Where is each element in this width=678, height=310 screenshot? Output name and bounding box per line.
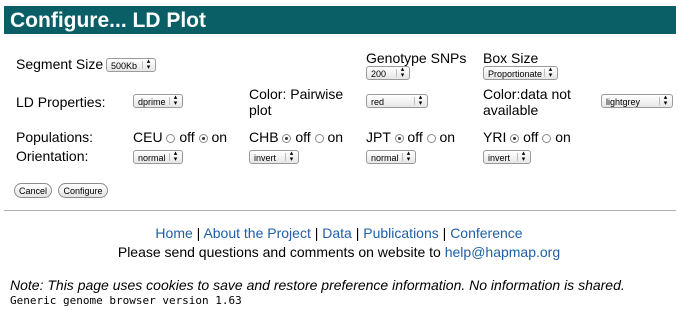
jpt-orientation-select[interactable]: normal ▴ ▾ xyxy=(366,150,416,164)
orientation-label: Orientation: xyxy=(16,148,89,164)
select-arrows-icon: ▴ ▾ xyxy=(173,150,178,163)
select-arrows-icon: ▴ ▾ xyxy=(548,66,553,79)
on-label: on xyxy=(555,129,571,145)
box-size-value: Proportionate xyxy=(488,69,543,79)
jpt-orientation-value: normal xyxy=(371,153,399,163)
section-divider xyxy=(4,210,676,211)
color-na-label-line2: available xyxy=(483,102,539,118)
population-name: CHB xyxy=(249,129,279,145)
cancel-button[interactable]: Cancel xyxy=(14,183,52,198)
configure-button[interactable]: Configure xyxy=(58,183,108,198)
page-title: Configure... LD Plot xyxy=(10,9,206,32)
off-label: off xyxy=(523,129,539,145)
population-ceu: CEU off on xyxy=(133,129,227,145)
off-label: off xyxy=(179,129,195,145)
on-label: on xyxy=(211,129,228,145)
cookie-note: Note: This page uses cookies to save and… xyxy=(10,277,625,293)
ceu-on-radio[interactable] xyxy=(198,134,208,143)
color-na-select[interactable]: lightgrey ▴ ▾ xyxy=(601,94,673,108)
select-arrows-icon: ▴ ▾ xyxy=(406,150,411,163)
footer-nav: Home | About the Project | Data | Public… xyxy=(155,225,523,241)
off-label: off xyxy=(295,129,311,145)
link-home[interactable]: Home xyxy=(155,225,192,241)
contact-email-link[interactable]: help@hapmap.org xyxy=(445,244,560,260)
population-name: YRI xyxy=(483,129,507,145)
population-name: JPT xyxy=(366,129,391,145)
population-yri: YRI off on xyxy=(483,129,571,145)
link-data[interactable]: Data xyxy=(322,225,352,241)
color-na-label-line1: Color:data not xyxy=(483,86,571,102)
on-label: on xyxy=(439,129,456,145)
ld-properties-label: LD Properties: xyxy=(16,94,106,110)
genotype-snps-select[interactable]: 200 ▴ ▾ xyxy=(366,66,410,80)
segment-size-value: 500Kb xyxy=(111,61,138,71)
select-arrows-icon: ▴ ▾ xyxy=(173,94,178,107)
populations-label: Populations: xyxy=(16,129,94,145)
jpt-on-radio[interactable] xyxy=(426,134,436,143)
ceu-off-radio[interactable] xyxy=(166,134,176,143)
chb-on-radio[interactable] xyxy=(314,134,324,143)
segment-size-select[interactable]: 500Kb ▴ ▾ xyxy=(106,58,156,72)
chb-orientation-select[interactable]: invert ▴ ▾ xyxy=(249,150,299,164)
version-text: Generic genome browser version 1.63 xyxy=(10,294,242,307)
on-label: on xyxy=(327,129,344,145)
yri-off-radio[interactable] xyxy=(510,134,520,143)
population-chb: CHB off on xyxy=(249,129,343,145)
select-arrows-icon: ▴ ▾ xyxy=(289,150,294,163)
yri-orientation-select[interactable]: invert ▴ ▾ xyxy=(483,150,531,164)
link-publications[interactable]: Publications xyxy=(363,225,439,241)
color-pairwise-label-line1: Color: Pairwise xyxy=(249,86,344,102)
ceu-orientation-select[interactable]: normal ▴ ▾ xyxy=(133,150,183,164)
genotype-snps-value: 200 xyxy=(371,69,387,79)
color-pairwise-label-line2: plot xyxy=(249,102,272,118)
chb-orientation-value: invert xyxy=(254,153,277,163)
segment-size-label: Segment Size xyxy=(16,56,104,72)
contact-line: Please send questions and comments on we… xyxy=(0,244,678,260)
contact-text: Please send questions and comments on we… xyxy=(117,244,445,260)
genotype-snps-label: Genotype SNPs xyxy=(366,50,467,66)
link-conference[interactable]: Conference xyxy=(450,225,522,241)
ld-properties-select[interactable]: dprime ▴ ▾ xyxy=(133,94,183,108)
jpt-off-radio[interactable] xyxy=(394,134,404,143)
ld-properties-value: dprime xyxy=(138,97,166,107)
link-about-project[interactable]: About the Project xyxy=(203,225,310,241)
population-name: CEU xyxy=(133,129,163,145)
box-size-select[interactable]: Proportionate ▴ ▾ xyxy=(483,66,558,80)
population-jpt: JPT off on xyxy=(366,129,455,145)
yri-orientation-value: invert xyxy=(488,153,511,163)
color-pairwise-select[interactable]: red ▴ ▾ xyxy=(366,94,428,108)
color-na-value: lightgrey xyxy=(606,97,641,107)
select-arrows-icon: ▴ ▾ xyxy=(521,150,526,163)
select-arrows-icon: ▴ ▾ xyxy=(663,94,668,107)
off-label: off xyxy=(407,129,423,145)
chb-off-radio[interactable] xyxy=(282,134,292,143)
select-arrows-icon: ▴ ▾ xyxy=(146,58,151,71)
color-pairwise-value: red xyxy=(371,97,385,107)
select-arrows-icon: ▴ ▾ xyxy=(400,66,405,79)
box-size-label: Box Size xyxy=(483,50,539,66)
ceu-orientation-value: normal xyxy=(138,153,166,163)
select-arrows-icon: ▴ ▾ xyxy=(418,94,423,107)
yri-on-radio[interactable] xyxy=(542,134,552,143)
